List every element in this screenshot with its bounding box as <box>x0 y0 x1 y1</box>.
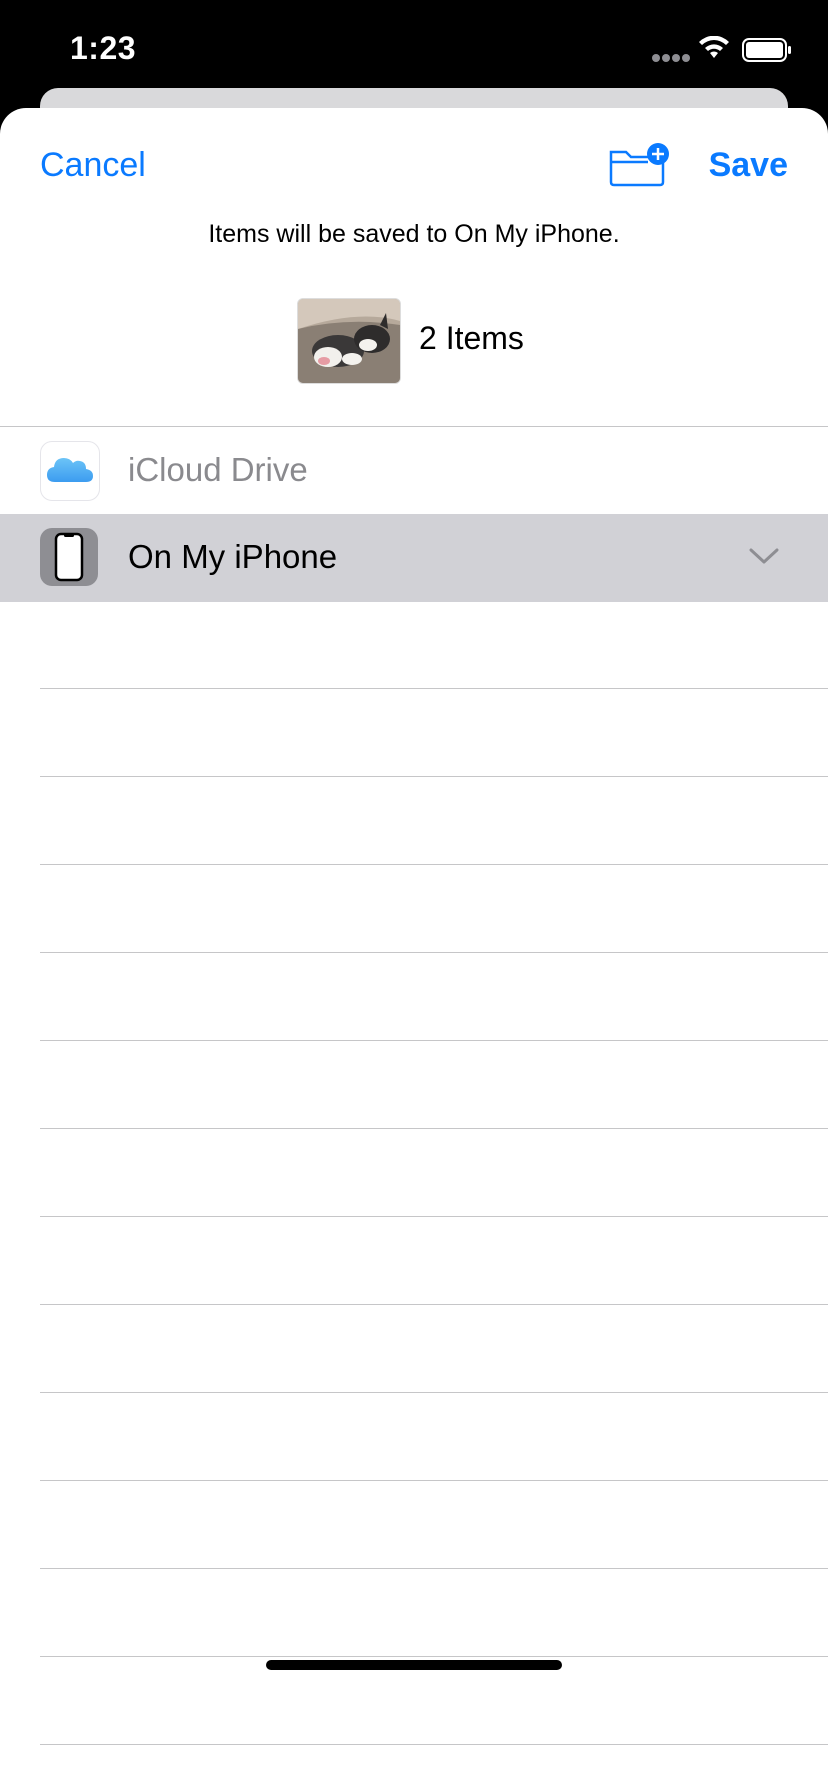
list-separator <box>40 1216 828 1217</box>
items-count: 2 Items <box>419 320 524 356</box>
list-separator <box>40 1656 828 1657</box>
location-row-on-my-iphone[interactable]: On My iPhone <box>0 514 828 602</box>
cancel-button[interactable]: Cancel <box>40 146 146 185</box>
location-label: iCloud Drive <box>128 451 308 488</box>
list-separator <box>40 1392 828 1393</box>
new-folder-icon[interactable] <box>608 142 670 188</box>
location-row-icloud-drive: iCloud Drive <box>0 427 828 515</box>
status-bar: 1:23 <box>0 0 828 100</box>
location-label: On My iPhone <box>128 538 338 575</box>
destination-note: Items will be saved to On My iPhone. <box>208 220 620 248</box>
list-separator <box>40 1568 828 1569</box>
list-separator <box>40 1744 828 1745</box>
wifi-icon <box>699 36 729 58</box>
items-thumbnail <box>297 298 401 384</box>
list-separator <box>40 1128 828 1129</box>
home-indicator[interactable] <box>266 1660 562 1670</box>
iphone-icon <box>40 528 98 586</box>
save-sheet: Cancel Save Items will be saved to On My… <box>0 108 828 1792</box>
list-separator <box>40 1040 828 1041</box>
list-separator <box>40 1480 828 1481</box>
list-separator <box>40 688 828 689</box>
list-separator <box>40 776 828 777</box>
chevron-down-icon[interactable] <box>748 546 780 566</box>
save-button[interactable]: Save <box>709 146 788 185</box>
status-time: 1:23 <box>70 30 137 66</box>
battery-icon <box>742 38 791 62</box>
list-separator <box>40 1304 828 1305</box>
list-separator <box>40 864 828 865</box>
cellular-signal-icon <box>652 54 692 64</box>
list-separator <box>40 952 828 953</box>
icloud-icon <box>40 441 100 501</box>
